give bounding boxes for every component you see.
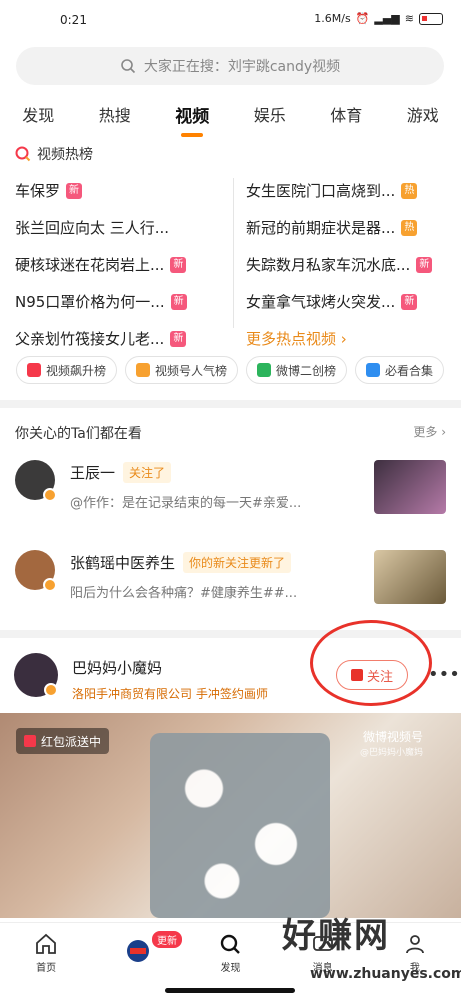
chip-weibo-remix[interactable]: 微博二创榜 [246,356,348,384]
hot-badge: 热 [401,219,418,236]
hot-item[interactable]: 女生医院门口高烧到... 热 [246,172,461,209]
hot-item[interactable]: N95口罩价格为何一... 新 [15,283,230,320]
post-author-desc: 洛阳手冲商贸有限公司 手冲签约画师 [72,687,268,701]
battery-icon [419,12,443,25]
hot-item[interactable]: 新冠的前期症状是器... 热 [246,209,461,246]
update-badge: 更新 [152,931,182,948]
red-packet-badge[interactable]: 红包派送中 [16,728,110,754]
follow-row[interactable]: 王辰一 关注了 @作作：是在记录结束的每一天#亲爱... [15,460,446,540]
hot-item[interactable]: 硬核球迷在花岗岩上... 新 [15,246,230,283]
new-badge: 新 [170,330,187,347]
avatar-icon [127,940,150,962]
new-badge: 新 [170,256,187,273]
wifi-icon: ≋ [404,12,414,25]
net-speed: 1.6M/s [314,12,351,25]
status-bar: 0:21 1.6M/s ⏰ ▂▄▆ ≋ [0,0,461,40]
video-frame [150,733,330,918]
discover-icon [221,934,241,954]
post-author-name[interactable]: 巴妈妈小魔妈 [72,657,162,678]
hot-list-title: 视频热榜 [37,147,93,163]
home-icon [36,933,56,954]
me-icon [405,934,424,953]
status-time: 0:21 [60,13,87,27]
home-indicator [165,988,295,993]
new-badge: 新 [170,293,187,310]
rising-icon [27,363,41,377]
hot-list-header: 视频热榜 [15,144,93,164]
user-name[interactable]: 张鹤瑶中医养生 [70,552,175,573]
tab-hot-search[interactable]: 热搜 [95,96,135,132]
video-thumbnail[interactable] [374,460,446,514]
verified-icon [43,578,57,592]
follow-section-title: 你关心的Ta们都在看 [15,426,142,442]
verified-icon [44,683,58,697]
new-badge: 新 [66,182,83,199]
video-watermark: 微博视频号 @巴妈妈小魔妈 [360,730,424,758]
follow-tag: 你的新关注更新了 [183,552,292,573]
follow-tag: 关注了 [123,462,172,483]
red-packet-icon [24,735,36,747]
new-badge: 新 [401,293,418,310]
nav-discover[interactable]: 发现 [200,932,260,974]
rank-chips: 视频飙升榜 视频号人气榜 微博二创榜 必看合集 [16,356,445,384]
video-thumbnail[interactable] [374,550,446,604]
remix-icon [257,363,272,377]
new-badge: 新 [416,256,433,273]
weibo-icon [350,669,363,681]
follow-desc: 阳后为什么会各种痛？#健康养生##... [70,586,298,601]
hot-item[interactable]: 失踪数月私家车沉水底... 新 [246,246,461,283]
tab-discover[interactable]: 发现 [18,96,58,132]
chip-must-watch[interactable]: 必看合集 [355,356,445,384]
follow-row[interactable]: 张鹤瑶中医养生 你的新关注更新了 阳后为什么会各种痛？#健康养生##... [15,550,446,630]
hot-item[interactable]: 女童拿气球烤火突发... 新 [246,283,461,320]
chip-video-rising[interactable]: 视频飙升榜 [16,356,118,384]
hot-badge: 热 [401,182,418,199]
hot-list-divider [233,178,234,328]
site-logo-url: www.zhuanyes.com [310,966,461,982]
chip-channel-popular[interactable]: 视频号人气榜 [125,356,239,384]
tab-sports[interactable]: 体育 [326,96,366,132]
search-bar[interactable]: 大家正在搜：刘宇跳candy视频 [16,47,444,85]
follow-desc: @作作：是在记录结束的每一天#亲爱... [70,496,302,511]
tab-games[interactable]: 游戏 [403,96,443,132]
hot-item[interactable]: 张兰回应向太 三人行... [15,209,230,246]
user-name[interactable]: 王辰一 [70,462,115,483]
signal-icon: ▂▄▆ [374,12,400,25]
nav-home[interactable]: 首页 [16,932,76,974]
hot-list-right: 女生医院门口高烧到... 热 新冠的前期症状是器... 热 失踪数月私家车沉水底..… [246,172,461,357]
tab-entertainment[interactable]: 娱乐 [250,96,290,132]
alarm-icon: ⏰ [355,12,370,25]
follow-more-link[interactable]: 更多 › [413,423,446,443]
follow-button[interactable]: 关注 [336,660,408,690]
hot-search-icon [15,146,31,162]
site-logo: 好赚网 [282,916,390,956]
more-hot-videos-link[interactable]: 更多热点视频 › [246,320,461,357]
follow-section-header: 你关心的Ta们都在看 更多 › [15,423,446,443]
collection-icon [366,363,381,377]
status-icons: 1.6M/s ⏰ ▂▄▆ ≋ [314,12,443,25]
hot-list-left: 车保罗新 张兰回应向太 三人行... 硬核球迷在花岗岩上... 新 N95口罩价格… [15,172,230,357]
verified-icon [43,488,57,502]
hot-item[interactable]: 父亲划竹筏接女儿老... 新 [15,320,230,357]
tab-video[interactable]: 视频 [171,96,213,133]
more-options-icon[interactable]: ••• [428,664,460,685]
section-divider [0,400,461,408]
search-placeholder: 大家正在搜：刘宇跳candy视频 [143,59,341,75]
crown-icon [136,363,151,377]
hot-item[interactable]: 车保罗新 [15,172,230,209]
channel-tabs: 发现 热搜 视频 娱乐 体育 游戏 [0,92,461,136]
search-icon [121,59,135,74]
